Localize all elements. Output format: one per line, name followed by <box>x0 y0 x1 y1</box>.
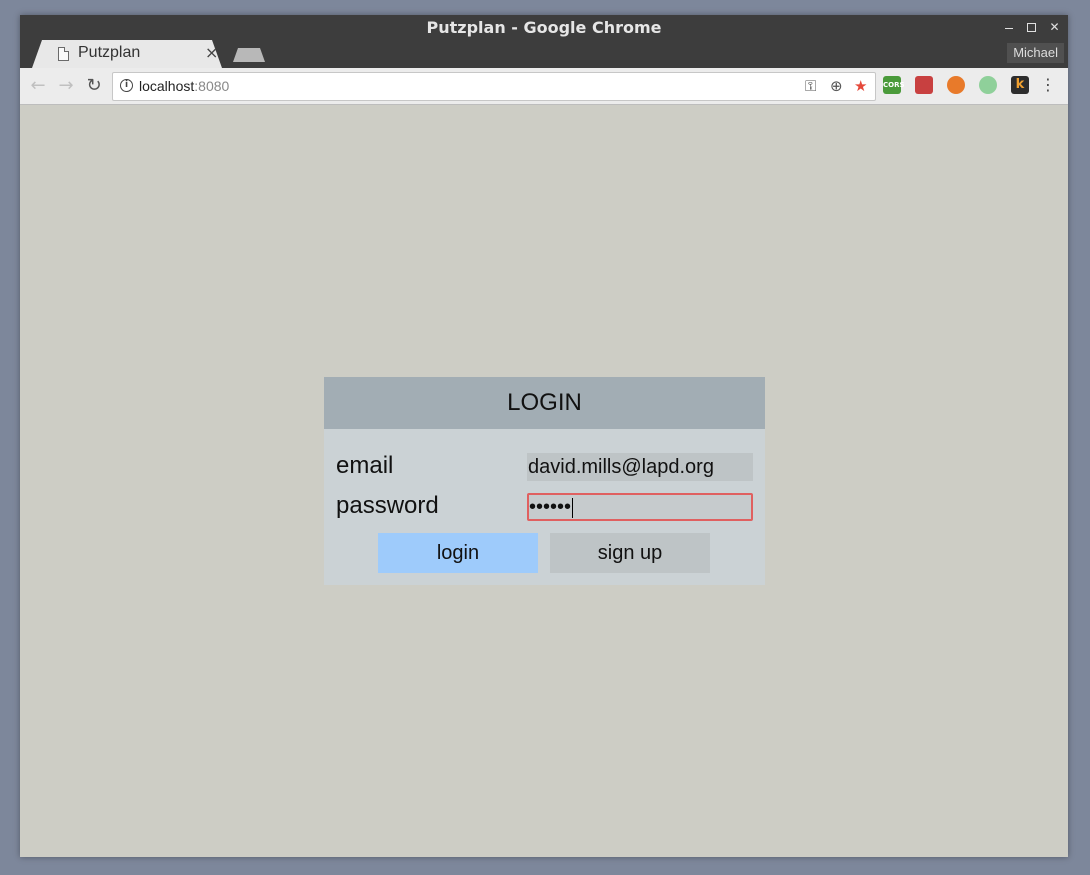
page-icon <box>58 47 69 61</box>
title-bar: Putzplan - Google Chrome ✕ Putzplan × Mi… <box>20 15 1068 68</box>
lifebuoy-extension-icon[interactable] <box>947 76 965 94</box>
password-masked-value: •••••• <box>529 496 572 518</box>
maximize-icon <box>1027 23 1036 32</box>
login-button[interactable]: login <box>378 533 538 573</box>
reload-icon: ↻ <box>86 75 102 96</box>
arrow-left-icon: ← <box>30 75 46 96</box>
url-text[interactable]: localhost:8080 <box>139 77 229 95</box>
address-bar[interactable]: i localhost:8080 ⚿ ⊕ ★ <box>112 72 876 101</box>
login-card: LOGIN email david.mills@lapd.org passwor… <box>324 377 765 585</box>
url-host: localhost <box>139 78 195 94</box>
email-field[interactable]: david.mills@lapd.org <box>527 453 753 481</box>
k-extension-label: k <box>1015 77 1025 92</box>
page-viewport: LOGIN email david.mills@lapd.org passwor… <box>20 105 1068 857</box>
profile-button[interactable]: Michael <box>1007 43 1064 63</box>
password-field[interactable]: •••••• <box>527 493 753 521</box>
tab-close-icon[interactable]: × <box>205 43 218 63</box>
bookmark-star-icon[interactable]: ★ <box>854 76 867 96</box>
browser-toolbar: ← → ↻ i localhost:8080 ⚿ ⊕ ★ CORS k ⋮ <box>20 68 1068 105</box>
new-tab-button[interactable] <box>233 48 265 62</box>
zoom-icon[interactable]: ⊕ <box>830 76 843 96</box>
forward-button[interactable]: → <box>54 74 78 98</box>
tab-label: Putzplan <box>78 44 141 61</box>
close-window-button[interactable]: ✕ <box>1049 19 1060 35</box>
back-button[interactable]: ← <box>26 74 50 98</box>
k-extension-icon[interactable]: k <box>1011 76 1029 94</box>
minimize-icon <box>1004 28 1013 29</box>
text-caret <box>572 497 574 518</box>
info-icon[interactable]: i <box>120 79 133 92</box>
window-title: Putzplan - Google Chrome <box>426 18 662 37</box>
window-controls: ✕ <box>1003 19 1060 35</box>
url-port: :8080 <box>194 78 230 94</box>
bug-extension-icon[interactable] <box>915 76 933 94</box>
arrow-right-icon: → <box>58 75 74 96</box>
password-label: password <box>336 492 439 519</box>
cors-extension-label: CORS <box>883 81 905 89</box>
tab-putzplan[interactable]: Putzplan × <box>32 40 222 68</box>
menu-icon[interactable]: ⋮ <box>1040 75 1056 95</box>
email-label: email <box>336 452 394 479</box>
circle-extension-icon[interactable] <box>979 76 997 94</box>
signup-button[interactable]: sign up <box>550 533 710 573</box>
reload-button[interactable]: ↻ <box>82 74 106 98</box>
cors-extension-icon[interactable]: CORS <box>883 76 905 94</box>
login-heading: LOGIN <box>324 377 765 429</box>
maximize-button[interactable] <box>1026 19 1037 35</box>
minimize-button[interactable] <box>1003 19 1014 35</box>
browser-window: Putzplan - Google Chrome ✕ Putzplan × Mi… <box>20 15 1068 857</box>
key-icon[interactable]: ⚿ <box>805 76 816 96</box>
close-icon: ✕ <box>1049 20 1060 34</box>
